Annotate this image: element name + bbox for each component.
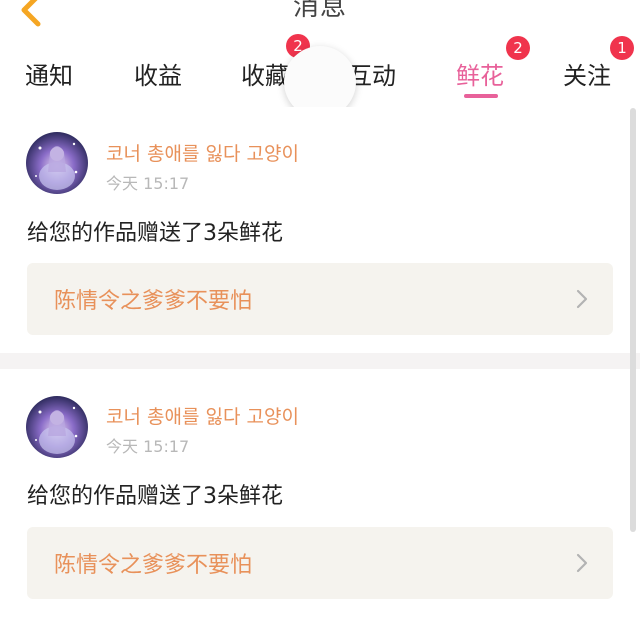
messages-page: 消息 通知 收益 收藏 2 互动 鲜花 2 关注 1 코너 총애를 잃다 고양이… [0, 0, 640, 631]
tab-flowers-badge: 2 [506, 36, 530, 60]
top-bar: 消息 [0, 0, 640, 45]
chevron-right-icon [576, 289, 588, 309]
avatar[interactable] [26, 396, 88, 458]
sender-username[interactable]: 코너 총애를 잃다 고양이 [106, 139, 299, 166]
avatar-image [26, 132, 88, 194]
page-title: 消息 [292, 0, 347, 22]
message-item: 코너 총애를 잃다 고양이 今天 15:17 给您的作品赠送了3朵鲜花 陈情令之… [0, 369, 630, 631]
tab-favorites[interactable]: 收藏 [241, 56, 289, 91]
avatar-image [26, 396, 88, 458]
tab-notifications[interactable]: 通知 [25, 56, 73, 91]
avatar[interactable] [26, 132, 88, 194]
work-title: 陈情令之爹爹不要怕 [54, 553, 253, 578]
active-tab-indicator [464, 94, 498, 98]
message-text: 给您的作品赠送了3朵鲜花 [27, 221, 283, 246]
tab-flowers[interactable]: 鲜花 [456, 56, 504, 91]
message-time: 今天 15:17 [106, 174, 190, 193]
sender-username[interactable]: 코너 총애를 잃다 고양이 [106, 402, 299, 429]
work-link[interactable]: 陈情令之爹爹不要怕 [27, 527, 613, 599]
message-item: 코너 총애를 잃다 고양이 今天 15:17 给您的作品赠送了3朵鲜花 陈情令之… [0, 107, 630, 353]
tab-follows-badge: 1 [610, 36, 634, 60]
message-text: 给您的作品赠送了3朵鲜花 [27, 484, 283, 509]
chevron-right-icon [576, 553, 588, 573]
tab-follows[interactable]: 关注 [563, 56, 611, 91]
scrollbar[interactable] [630, 108, 636, 532]
tab-earnings[interactable]: 收益 [134, 56, 182, 91]
message-time: 今天 15:17 [106, 437, 190, 456]
work-link[interactable]: 陈情令之爹爹不要怕 [27, 263, 613, 335]
work-title: 陈情令之爹爹不要怕 [54, 289, 253, 314]
divider [0, 353, 640, 369]
